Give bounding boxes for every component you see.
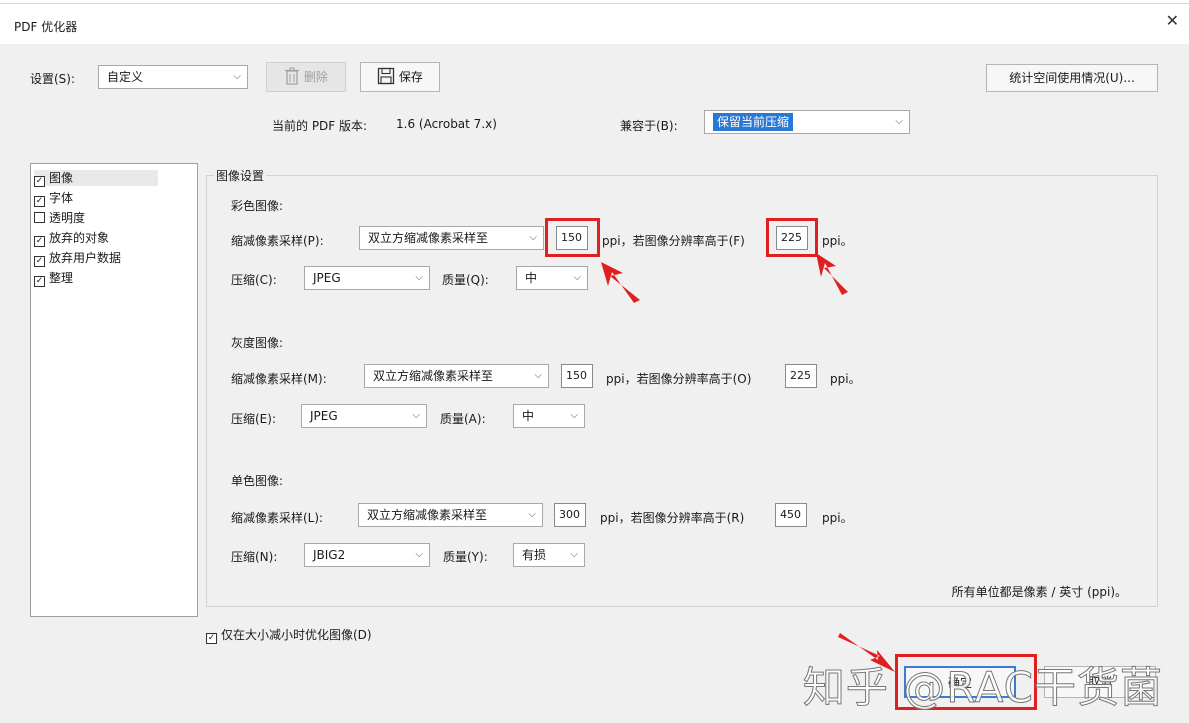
arrow-annotation-1 <box>601 262 640 303</box>
watermark-text: 知乎 @RAC干货菌 <box>802 663 1163 713</box>
annotation-arrows <box>601 253 895 672</box>
arrow-annotation-2 <box>816 253 848 295</box>
